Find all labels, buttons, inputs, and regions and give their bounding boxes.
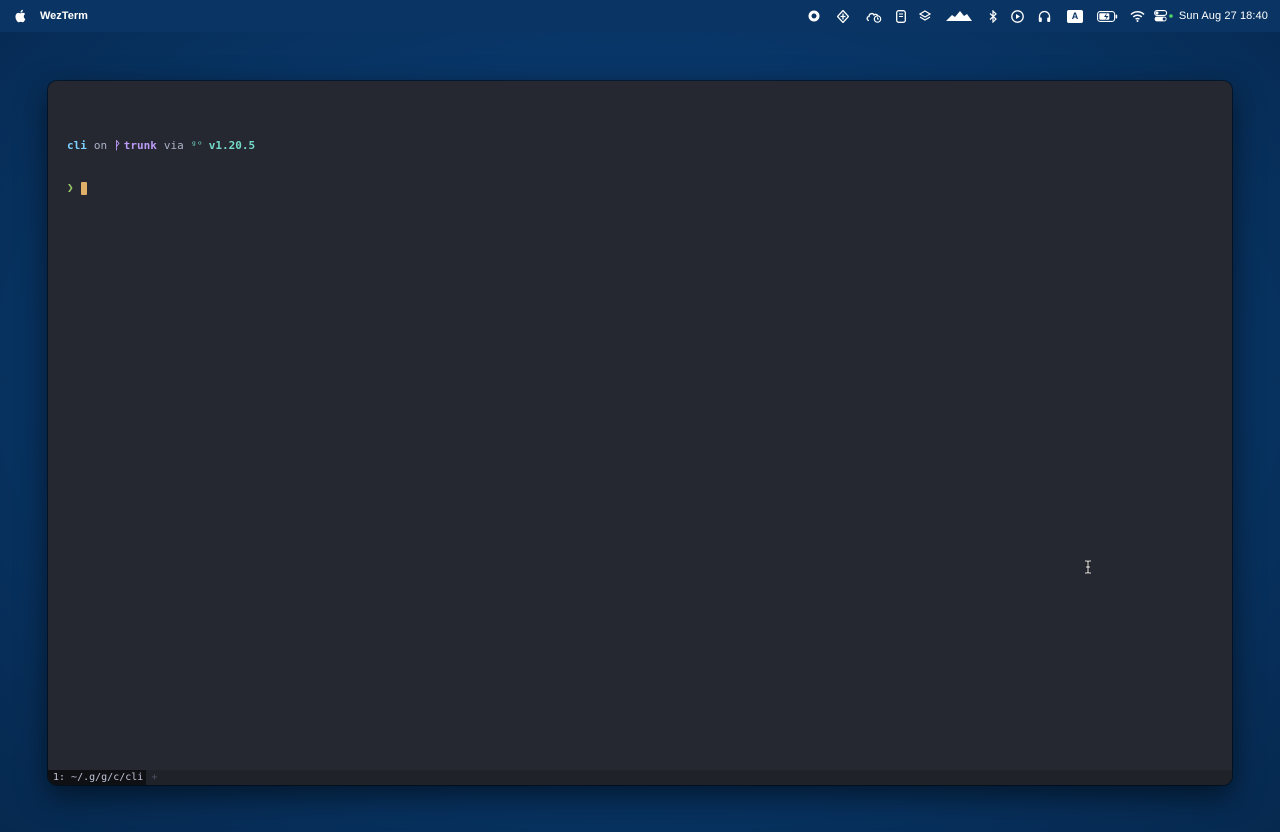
- control-center-icon[interactable]: [1153, 8, 1175, 24]
- bluetooth-icon[interactable]: [987, 8, 999, 24]
- go-language-icon: ᵍᵒ: [190, 140, 203, 151]
- prompt-go-version: v1.20.5: [208, 139, 256, 152]
- prompt-git-branch: trunk: [123, 139, 157, 152]
- new-tab-button[interactable]: +: [151, 772, 157, 783]
- keyboard-input-icon[interactable]: A: [1066, 8, 1084, 24]
- play-icon[interactable]: [1010, 8, 1024, 24]
- layers-icon[interactable]: [918, 8, 932, 24]
- tab-1-label: 1: ~/.g/g/c/cli: [53, 772, 144, 783]
- input-line[interactable]: ❯: [67, 181, 255, 195]
- prompt-via-text: via: [163, 139, 184, 152]
- prompt-on-text: on: [93, 139, 108, 152]
- ibeam-mouse-cursor-icon: [1085, 560, 1091, 574]
- input-source-label: A: [1067, 9, 1083, 23]
- tab-1[interactable]: 1: ~/.g/g/c/cli: [48, 770, 147, 785]
- cloud-clock-icon[interactable]: [866, 8, 882, 24]
- battery-icon[interactable]: [1096, 8, 1118, 24]
- notes-icon[interactable]: [895, 8, 907, 24]
- record-icon[interactable]: [807, 8, 821, 24]
- apple-menu-icon[interactable]: [14, 9, 26, 23]
- prompt-line: cli on ᚹ trunk via ᵍᵒ v1.20.5: [67, 139, 255, 153]
- tray-app-icon[interactable]: [836, 8, 850, 24]
- git-branch-icon: ᚹ: [114, 139, 121, 152]
- prompt-directory: cli: [67, 139, 87, 152]
- app-name-menu[interactable]: WezTerm: [40, 10, 88, 22]
- headphones-icon[interactable]: [1037, 8, 1051, 24]
- text-cursor: [80, 181, 87, 195]
- menu-bar: WezTerm A Sun Aug 27 18:40: [0, 0, 1280, 32]
- mountain-app-icon[interactable]: [945, 8, 973, 24]
- wifi-icon[interactable]: [1129, 8, 1145, 24]
- terminal-content[interactable]: cli on ᚹ trunk via ᵍᵒ v1.20.5 ❯: [67, 111, 255, 223]
- terminal-window[interactable]: cli on ᚹ trunk via ᵍᵒ v1.20.5 ❯ 1: ~/.g/…: [48, 81, 1232, 785]
- menu-bar-clock[interactable]: Sun Aug 27 18:40: [1179, 10, 1268, 22]
- tab-bar: 1: ~/.g/g/c/cli +: [48, 770, 1232, 785]
- prompt-arrow-icon: ❯: [67, 181, 74, 194]
